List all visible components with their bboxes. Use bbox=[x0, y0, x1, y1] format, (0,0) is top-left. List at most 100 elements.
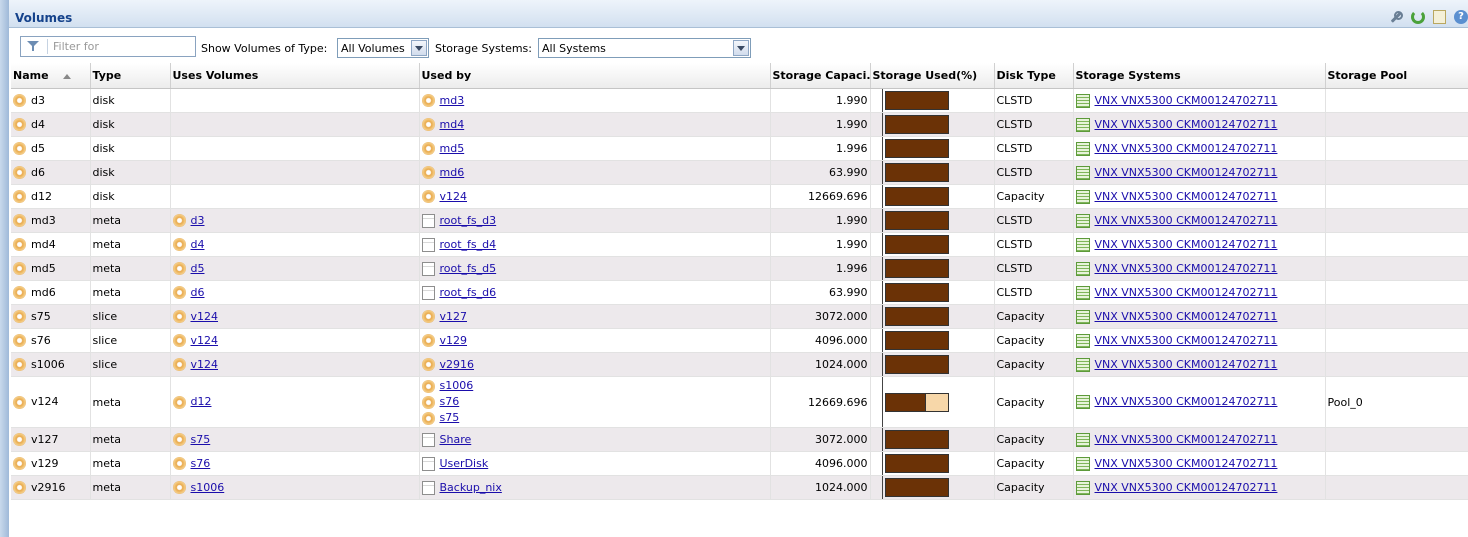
cell-storage-used bbox=[870, 208, 995, 233]
export-icon[interactable] bbox=[1433, 10, 1446, 24]
uses-volume-link[interactable]: v124 bbox=[191, 358, 219, 371]
storage-system-link[interactable]: VNX VNX5300 CKM00124702711 bbox=[1095, 334, 1278, 347]
cell-storage-pool bbox=[1325, 451, 1468, 476]
table-row[interactable]: v127 meta s75 Share 3072.000 Capacity VNX VNX5… bbox=[11, 427, 1468, 452]
cell-name: md5 bbox=[11, 256, 91, 281]
volume-type-select[interactable]: All Volumes bbox=[337, 38, 429, 58]
storage-used-bar bbox=[884, 478, 949, 497]
cell-storage-used bbox=[870, 451, 995, 476]
storage-used-bar bbox=[884, 91, 949, 110]
uses-volume-link[interactable]: s75 bbox=[191, 433, 211, 446]
storage-system-link[interactable]: VNX VNX5300 CKM00124702711 bbox=[1095, 395, 1278, 408]
used-by-link[interactable]: s75 bbox=[440, 411, 460, 424]
uses-volume-link[interactable]: d4 bbox=[191, 238, 205, 251]
table-row[interactable]: s1006 slice v124 v2916 1024.000 Capacity VNX V… bbox=[11, 352, 1468, 377]
volume-name: md3 bbox=[31, 213, 56, 227]
col-storage-pool[interactable]: Storage Pool bbox=[1325, 63, 1468, 89]
used-by-link[interactable]: s1006 bbox=[440, 379, 474, 392]
col-used-by[interactable]: Used by bbox=[419, 63, 771, 89]
table-row[interactable]: md5 meta d5 root_fs_d5 1.996 CLSTD VNX VNX5300… bbox=[11, 256, 1468, 281]
used-by-link[interactable]: md4 bbox=[440, 118, 465, 131]
col-storage-used[interactable]: Storage Used(%) bbox=[870, 63, 995, 89]
volume-icon bbox=[421, 411, 435, 425]
cell-storage-system: VNX VNX5300 CKM00124702711 bbox=[1073, 88, 1326, 113]
table-row[interactable]: d6 disk md6 63.990 CLSTD VNX VNX5300 CKM00124… bbox=[11, 160, 1468, 185]
storage-system-link[interactable]: VNX VNX5300 CKM00124702711 bbox=[1095, 310, 1278, 323]
storage-system-link[interactable]: VNX VNX5300 CKM00124702711 bbox=[1095, 190, 1278, 203]
used-by-link[interactable]: s76 bbox=[440, 395, 460, 408]
used-by-link[interactable]: Share bbox=[440, 433, 472, 446]
uses-volume-link[interactable]: d3 bbox=[191, 214, 205, 227]
sort-ascending-icon[interactable] bbox=[62, 73, 71, 79]
table-row[interactable]: d4 disk md4 1.990 CLSTD VNX VNX5300 CKM001247… bbox=[11, 112, 1468, 137]
storage-system-link[interactable]: VNX VNX5300 CKM00124702711 bbox=[1095, 94, 1278, 107]
table-row[interactable]: v124 meta d12 s1006 s76 s75 12669.696 Capacity V… bbox=[11, 376, 1468, 428]
used-by-link[interactable]: root_fs_d3 bbox=[440, 214, 497, 227]
table-row[interactable]: md3 meta d3 root_fs_d3 1.990 CLSTD VNX VNX5300… bbox=[11, 208, 1468, 233]
table-row[interactable]: s75 slice v124 v127 3072.000 Capacity VNX VNX5… bbox=[11, 304, 1468, 329]
used-by-link[interactable]: v127 bbox=[440, 310, 468, 323]
used-by-link[interactable]: root_fs_d5 bbox=[440, 262, 497, 275]
table-row[interactable]: s76 slice v124 v129 4096.000 Capacity VNX VNX5… bbox=[11, 328, 1468, 353]
storage-used-bar bbox=[884, 163, 949, 182]
storage-free-fill bbox=[924, 393, 948, 411]
uses-volume-link[interactable]: v124 bbox=[191, 310, 219, 323]
storage-system-link[interactable]: VNX VNX5300 CKM00124702711 bbox=[1095, 262, 1278, 275]
uses-volume-link[interactable]: d6 bbox=[191, 286, 205, 299]
storage-system-link[interactable]: VNX VNX5300 CKM00124702711 bbox=[1095, 286, 1278, 299]
cell-storage-used bbox=[870, 280, 995, 305]
storage-system-link[interactable]: VNX VNX5300 CKM00124702711 bbox=[1095, 118, 1278, 131]
table-row[interactable]: md6 meta d6 root_fs_d6 63.990 CLSTD VNX VNX530… bbox=[11, 280, 1468, 305]
refresh-icon[interactable] bbox=[1411, 10, 1425, 24]
chevron-down-icon[interactable] bbox=[733, 40, 749, 56]
col-disk-type[interactable]: Disk Type bbox=[994, 63, 1074, 89]
used-by-link[interactable]: md6 bbox=[440, 166, 465, 179]
storage-system-link[interactable]: VNX VNX5300 CKM00124702711 bbox=[1095, 142, 1278, 155]
used-by-link[interactable]: v129 bbox=[440, 334, 468, 347]
help-icon[interactable]: ? bbox=[1454, 10, 1468, 24]
used-by-link[interactable]: v2916 bbox=[440, 358, 475, 371]
uses-volume-link[interactable]: v124 bbox=[191, 334, 219, 347]
table-row[interactable]: d12 disk v124 12669.696 Capacity VNX VNX5300 … bbox=[11, 184, 1468, 209]
storage-system-link[interactable]: VNX VNX5300 CKM00124702711 bbox=[1095, 457, 1278, 470]
col-type[interactable]: Type bbox=[90, 63, 171, 89]
uses-volume-link[interactable]: s76 bbox=[191, 457, 211, 470]
uses-volume-link[interactable]: d5 bbox=[191, 262, 205, 275]
storage-system-link[interactable]: VNX VNX5300 CKM00124702711 bbox=[1095, 166, 1278, 179]
used-by-link[interactable]: v124 bbox=[440, 190, 468, 203]
used-by-link[interactable]: UserDisk bbox=[440, 457, 489, 470]
used-by-link[interactable]: md5 bbox=[440, 142, 465, 155]
cell-capacity: 1.996 bbox=[770, 136, 871, 161]
filter-input[interactable]: Filter for bbox=[20, 36, 196, 57]
storage-system-link[interactable]: VNX VNX5300 CKM00124702711 bbox=[1095, 238, 1278, 251]
storage-system-link[interactable]: VNX VNX5300 CKM00124702711 bbox=[1095, 481, 1278, 494]
storage-system-link[interactable]: VNX VNX5300 CKM00124702711 bbox=[1095, 214, 1278, 227]
col-storage-systems[interactable]: Storage Systems bbox=[1073, 63, 1326, 89]
cell-used-by: s1006 s76 s75 bbox=[419, 376, 771, 428]
used-by-link[interactable]: md3 bbox=[440, 94, 465, 107]
used-by-link[interactable]: root_fs_d4 bbox=[440, 238, 497, 251]
uses-volume-link[interactable]: s1006 bbox=[191, 481, 225, 494]
storage-system-link[interactable]: VNX VNX5300 CKM00124702711 bbox=[1095, 433, 1278, 446]
table-row[interactable]: v2916 meta s1006 Backup_nix 1024.000 Capacity… bbox=[11, 475, 1468, 500]
wrench-icon[interactable] bbox=[1389, 10, 1403, 24]
cell-type: slice bbox=[90, 352, 171, 377]
filter-icon[interactable] bbox=[23, 39, 48, 54]
cell-capacity: 63.990 bbox=[770, 280, 871, 305]
table-row[interactable]: d3 disk md3 1.990 CLSTD VNX VNX5300 CKM001247… bbox=[11, 88, 1468, 113]
col-name[interactable]: Name bbox=[11, 63, 91, 89]
storage-system-link[interactable]: VNX VNX5300 CKM00124702711 bbox=[1095, 358, 1278, 371]
used-by-link[interactable]: root_fs_d6 bbox=[440, 286, 497, 299]
table-row[interactable]: d5 disk md5 1.996 CLSTD VNX VNX5300 CKM001247… bbox=[11, 136, 1468, 161]
storage-systems-select[interactable]: All Systems bbox=[538, 38, 751, 58]
used-by-link[interactable]: Backup_nix bbox=[440, 481, 502, 494]
cell-used-by: UserDisk bbox=[419, 451, 771, 476]
table-row[interactable]: v129 meta s76 UserDisk 4096.000 Capacity VNX V… bbox=[11, 451, 1468, 476]
volume-name: d6 bbox=[31, 165, 45, 179]
col-storage-capacity[interactable]: Storage Capaci... bbox=[770, 63, 871, 89]
col-uses-volumes[interactable]: Uses Volumes bbox=[170, 63, 420, 89]
uses-volume-link[interactable]: d12 bbox=[191, 395, 212, 408]
chevron-down-icon[interactable] bbox=[411, 40, 427, 56]
table-row[interactable]: md4 meta d4 root_fs_d4 1.990 CLSTD VNX VNX5300… bbox=[11, 232, 1468, 257]
cell-storage-system: VNX VNX5300 CKM00124702711 bbox=[1073, 475, 1326, 500]
